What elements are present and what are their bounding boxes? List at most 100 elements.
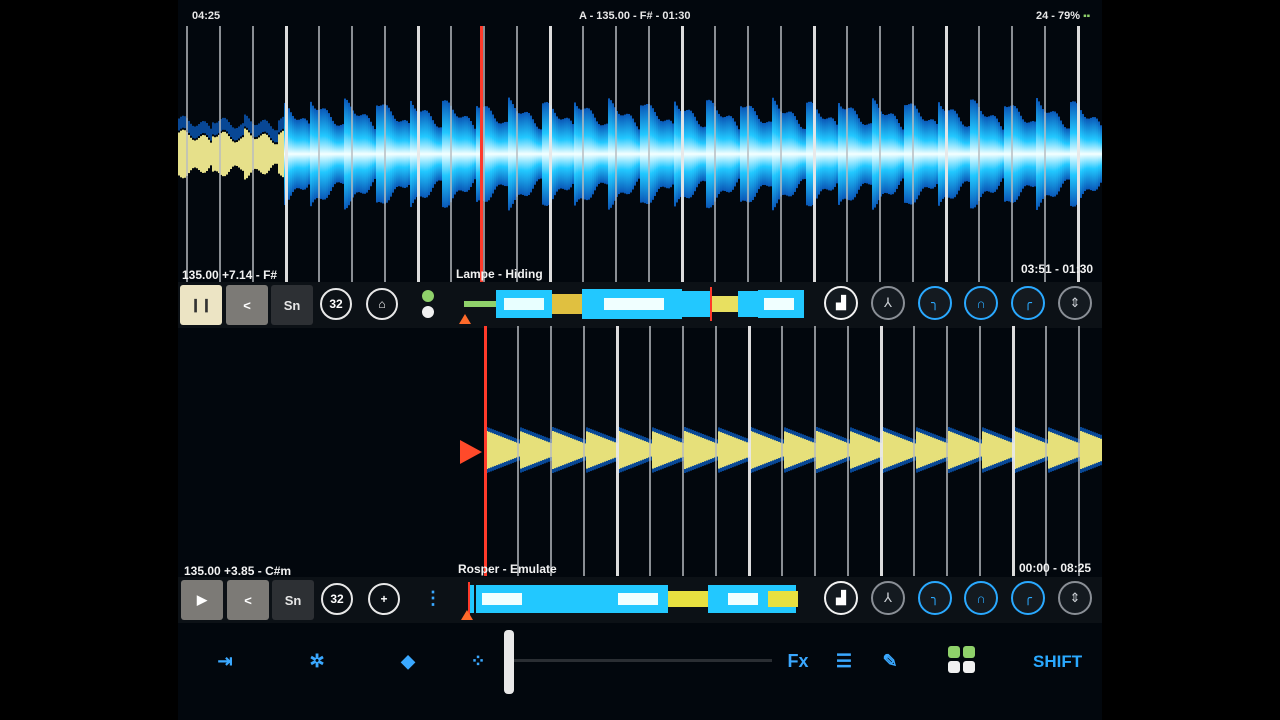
wave-sample-outer [180, 116, 182, 129]
deck-a-playhead [480, 26, 483, 282]
deck-b-loop-button[interactable]: 32 [321, 583, 353, 615]
deck-a-start-marker [459, 314, 471, 324]
layers-icon[interactable]: ◆ [394, 650, 422, 672]
eq-knob-4[interactable]: ∩ [964, 286, 998, 320]
wave-sample-outer [268, 123, 270, 136]
wave-sample [370, 121, 372, 187]
wave-sample-outer [258, 123, 260, 136]
sync-icon[interactable]: ⇥ [211, 650, 239, 672]
wave-sample [254, 139, 256, 169]
wave-sample-outer [182, 115, 184, 128]
play-icon: ▶ [197, 592, 207, 607]
wave-sample [302, 118, 304, 190]
wave-sample [1020, 433, 1022, 467]
wave-sample [1074, 441, 1076, 459]
bars-icon: ▟ [836, 295, 846, 310]
eq-knob-4[interactable]: ∩ [964, 581, 998, 615]
wave-sample [774, 440, 776, 460]
deck-b-add-cue-button[interactable]: + [368, 583, 400, 615]
fx-button[interactable]: Fx [784, 650, 812, 672]
crossfader-handle[interactable] [504, 630, 514, 694]
deck-b-more-button[interactable]: ⋮ [424, 588, 442, 609]
wave-sample [626, 434, 628, 466]
back-icon: < [244, 592, 252, 608]
deck-b-back-button[interactable]: < [227, 580, 269, 620]
eq-knob-6[interactable]: ⇕ [1058, 581, 1092, 615]
wave-sample [702, 127, 704, 181]
wave-sample [916, 431, 918, 469]
shift-button[interactable]: SHIFT [1033, 652, 1082, 672]
deck-a-pause-button[interactable]: ❙❙ [180, 285, 222, 325]
wave-sample [838, 103, 840, 205]
eq-knob-5[interactable]: ╭ [1011, 581, 1045, 615]
wave-sample [382, 104, 384, 204]
list-icon[interactable]: ☰ [830, 650, 858, 672]
bars-icon: ▟ [836, 590, 846, 605]
wave-sample [878, 442, 880, 458]
wave-sample [332, 120, 334, 188]
wave-sample-outer [232, 127, 234, 140]
pencil-icon[interactable]: ✎ [876, 650, 904, 672]
deck-a-cue-button[interactable]: ⌂ [366, 288, 398, 320]
eq-knob-5[interactable]: ╭ [1011, 286, 1045, 320]
deck-a-waveform[interactable] [178, 26, 1102, 282]
deck-a-snap-button[interactable]: Sn [271, 285, 313, 325]
eq-knob-3[interactable]: ╮ [918, 286, 952, 320]
wave-sample [866, 124, 868, 184]
overview-segment [504, 298, 544, 310]
wave-sample [736, 438, 738, 462]
wave-sample [918, 432, 920, 468]
wave-sample [968, 438, 970, 462]
wave-sample [444, 100, 446, 208]
gear-icon[interactable]: ✲ [303, 650, 331, 672]
wave-sample [862, 124, 864, 184]
wave-sample [874, 440, 876, 460]
pads-grid-icon[interactable] [948, 646, 976, 674]
wave-sample [660, 434, 662, 466]
wave-sample [514, 108, 516, 200]
crossfader-track[interactable] [512, 659, 772, 662]
wave-sample [670, 438, 672, 462]
wave-sample-outer [200, 122, 202, 135]
eq-knob-1[interactable]: ▟ [824, 286, 858, 320]
deck-b-play-button[interactable]: ▶ [181, 580, 223, 620]
wave-sample [206, 137, 208, 171]
wave-sample-outer [210, 128, 212, 141]
deck-b-playhead [484, 326, 487, 576]
eq-knob-6[interactable]: ⇕ [1058, 286, 1092, 320]
wave-sample [338, 125, 340, 183]
beat-marker [978, 26, 980, 282]
beat-marker [748, 326, 751, 576]
deck-a-loop-button[interactable]: 32 [320, 288, 352, 320]
wave-sample [574, 102, 576, 206]
eq-knob-3[interactable]: ╮ [918, 581, 952, 615]
overview-segment [618, 593, 658, 605]
wave-sample [602, 437, 604, 463]
eq-knob-2[interactable]: ⅄ [871, 286, 905, 320]
deck-a-overview[interactable] [464, 287, 806, 321]
wave-sample [956, 434, 958, 466]
wave-sample [562, 119, 564, 189]
beat-marker [1045, 326, 1047, 576]
pads-icon[interactable]: ⁘ [464, 650, 492, 672]
deck-b-overview[interactable] [468, 582, 798, 616]
eq-knob-2[interactable]: ⅄ [871, 581, 905, 615]
deck-b-snap-button[interactable]: Sn [272, 580, 314, 620]
wave-sample [776, 104, 778, 204]
wave-sample [374, 129, 376, 179]
wave-sample [574, 439, 576, 461]
wave-sample [640, 105, 642, 203]
wave-sample [872, 439, 874, 461]
wave-sample [378, 106, 380, 202]
deck-a-back-button[interactable]: < [226, 285, 268, 325]
wave-sample [514, 441, 516, 459]
wave-sample [234, 142, 236, 166]
eq-knob-1[interactable]: ▟ [824, 581, 858, 615]
wave-sample [476, 106, 478, 202]
beat-marker [516, 26, 518, 282]
deck-b-waveform[interactable] [178, 326, 1102, 576]
wave-sample-outer [190, 123, 192, 136]
wave-sample [644, 441, 646, 459]
wave-sample [330, 116, 332, 192]
wave-sample [272, 142, 274, 166]
